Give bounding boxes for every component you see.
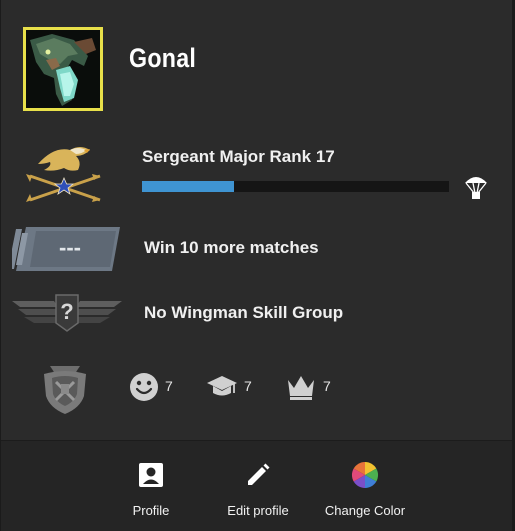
dragon-avatar-icon bbox=[26, 30, 100, 108]
username: Gonal bbox=[129, 43, 197, 73]
friendly-count: 7 bbox=[165, 378, 173, 394]
change-color-button[interactable]: Change Color bbox=[318, 461, 412, 518]
smile-icon bbox=[130, 373, 158, 401]
change-color-button-label: Change Color bbox=[324, 503, 406, 518]
profile-button-label: Profile bbox=[132, 503, 170, 518]
service-medal-icon bbox=[44, 366, 86, 414]
leader-count: 7 bbox=[323, 378, 331, 394]
profile-button[interactable]: Profile bbox=[121, 461, 181, 518]
edit-profile-button-label: Edit profile bbox=[227, 503, 289, 518]
competitive-placeholder-text: --- bbox=[59, 235, 81, 260]
wingman-status-text: No Wingman Skill Group bbox=[144, 303, 344, 322]
competitive-status-text: Win 10 more matches bbox=[144, 238, 319, 257]
crown-icon bbox=[288, 376, 314, 400]
service-medal[interactable] bbox=[40, 360, 90, 421]
competitive-rank-placeholder-icon: --- bbox=[8, 227, 120, 271]
rank-emblem bbox=[24, 142, 106, 213]
competitive-rank-emblem[interactable]: --- bbox=[8, 227, 122, 276]
pencil-icon bbox=[248, 463, 270, 485]
teacher-count: 7 bbox=[244, 378, 252, 394]
parachute-icon bbox=[465, 177, 487, 199]
profile-icon bbox=[139, 463, 163, 487]
eagle-rank-emblem-icon bbox=[26, 147, 101, 202]
xp-progress-bar bbox=[142, 181, 449, 192]
graduation-cap-icon bbox=[207, 376, 237, 396]
wingman-symbol-text: ? bbox=[60, 299, 73, 324]
color-wheel-icon bbox=[351, 461, 379, 489]
edit-profile-button[interactable]: Edit profile bbox=[213, 461, 303, 518]
wingman-rank-emblem[interactable]: ? bbox=[12, 293, 122, 338]
avatar[interactable] bbox=[23, 27, 103, 111]
rank-title: Sergeant Major Rank 17 bbox=[142, 147, 335, 166]
xp-progress-fill bbox=[142, 181, 235, 192]
parachute-drop-button[interactable] bbox=[463, 171, 489, 206]
wingman-unranked-emblem-icon: ? bbox=[12, 294, 122, 332]
